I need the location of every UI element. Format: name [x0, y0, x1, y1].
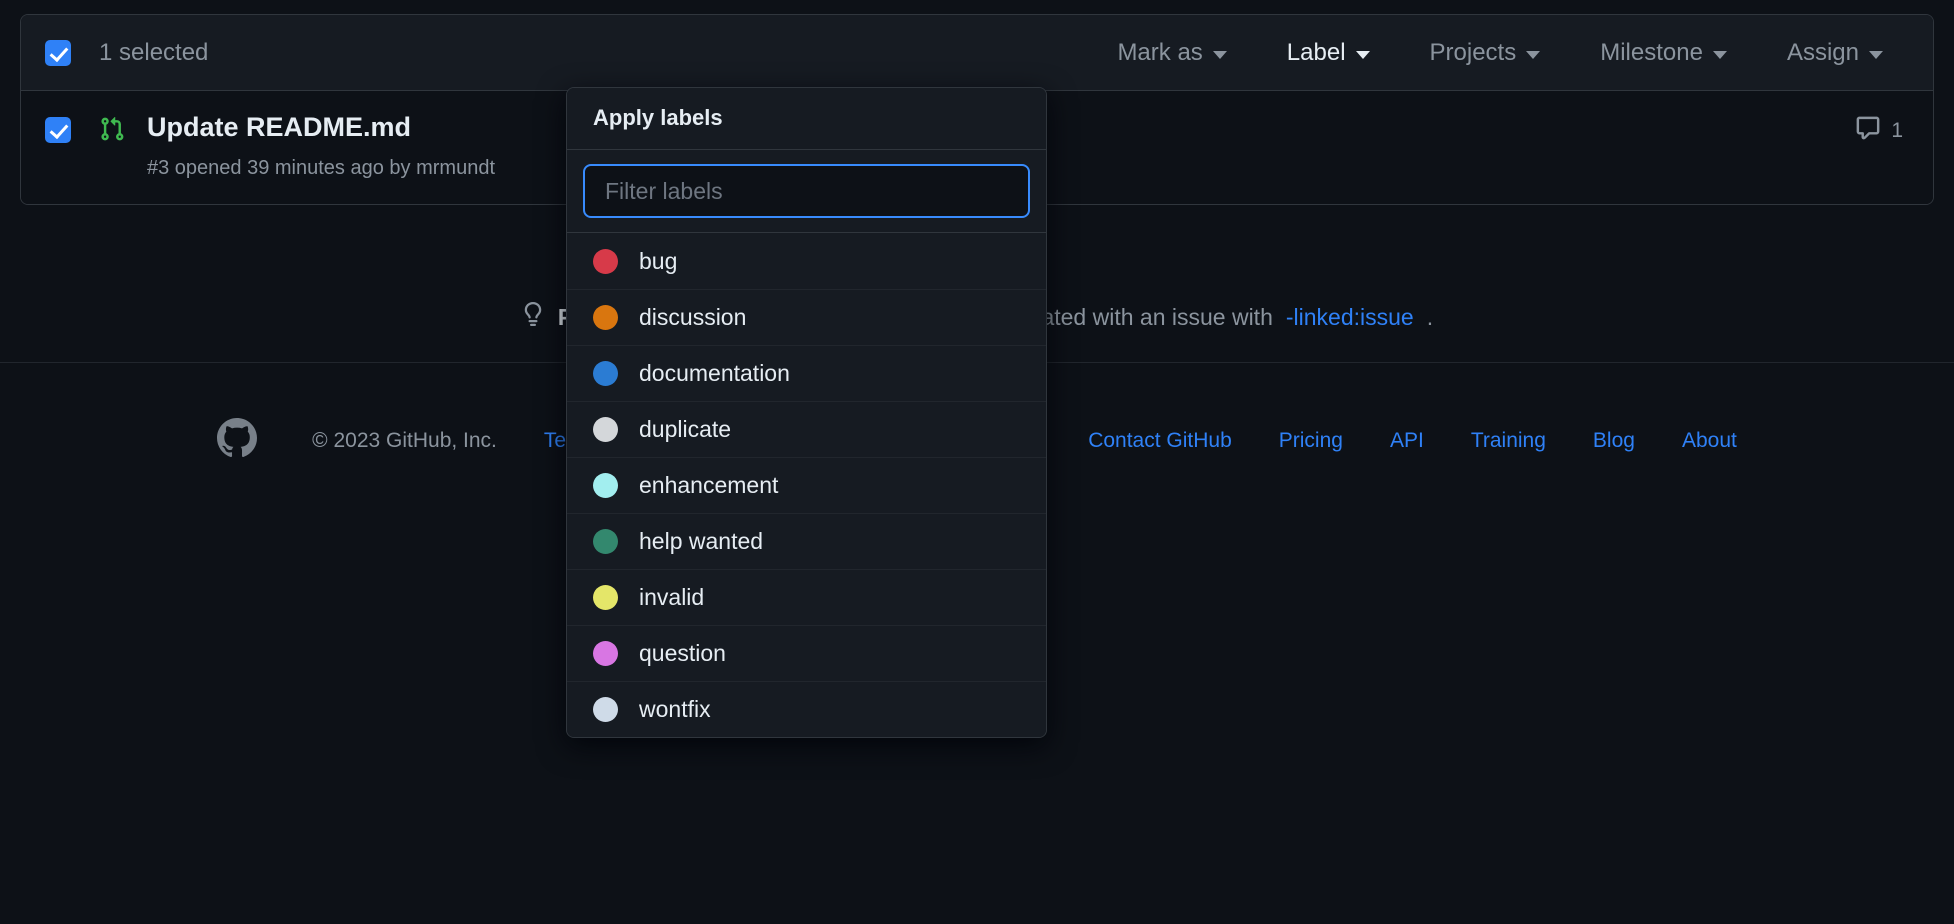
projects-label: Projects — [1429, 38, 1517, 66]
label-option-name: invalid — [639, 584, 705, 610]
label-color-dot — [593, 361, 618, 386]
label-option-discussion[interactable]: discussion — [567, 289, 1046, 345]
apply-labels-title: Apply labels — [567, 88, 1046, 150]
chevron-down-icon — [1526, 50, 1541, 59]
footer-link-pricing[interactable]: Pricing — [1279, 429, 1343, 453]
label-button-label: Label — [1286, 38, 1346, 66]
label-option-invalid[interactable]: invalid — [567, 569, 1046, 625]
apply-labels-dropdown: Apply labels bug discussion documentatio… — [566, 87, 1047, 738]
label-color-dot — [593, 473, 618, 498]
assign-label: Assign — [1786, 38, 1859, 66]
mark-as-button[interactable]: Mark as — [1115, 33, 1228, 73]
label-color-dot — [593, 417, 618, 442]
footer-link-about[interactable]: About — [1682, 429, 1737, 453]
footer-link-training[interactable]: Training — [1471, 429, 1546, 453]
filter-labels-wrapper — [567, 150, 1046, 233]
label-option-wontfix[interactable]: wontfix — [567, 681, 1046, 737]
footer-link-api[interactable]: API — [1390, 429, 1424, 453]
label-option-duplicate[interactable]: duplicate — [567, 401, 1046, 457]
label-option-question[interactable]: question — [567, 625, 1046, 681]
label-color-dot — [593, 697, 618, 722]
label-color-dot — [593, 585, 618, 610]
label-options-list: bug discussion documentation duplicate e… — [567, 233, 1046, 737]
label-option-documentation[interactable]: documentation — [567, 345, 1046, 401]
label-button[interactable]: Label — [1285, 33, 1372, 73]
comment-icon — [1855, 115, 1881, 147]
label-option-name: wontfix — [639, 696, 711, 722]
label-option-name: question — [639, 640, 726, 666]
milestone-button[interactable]: Milestone — [1598, 33, 1729, 73]
filter-labels-input[interactable] — [583, 164, 1030, 218]
mark-as-label: Mark as — [1117, 38, 1203, 66]
page-root: 1 selected Mark as Label Projects Milest… — [0, 0, 1954, 924]
label-color-dot — [593, 305, 618, 330]
chevron-down-icon — [1712, 50, 1727, 59]
footer-copyright: © 2023 GitHub, Inc. — [312, 429, 497, 452]
select-all-checkbox[interactable] — [45, 39, 71, 66]
lightbulb-icon — [521, 300, 545, 334]
git-pull-request-icon — [99, 115, 125, 148]
footer-link-contact[interactable]: Contact GitHub — [1088, 429, 1232, 453]
label-option-name: duplicate — [639, 416, 732, 442]
projects-button[interactable]: Projects — [1428, 33, 1543, 73]
pull-request-checkbox[interactable] — [45, 117, 71, 143]
assign-button[interactable]: Assign — [1785, 33, 1885, 73]
label-option-name: documentation — [639, 360, 790, 386]
footer-link-blog[interactable]: Blog — [1593, 429, 1635, 453]
protip-query-link[interactable]: -linked:issue — [1286, 304, 1414, 331]
chevron-down-icon — [1212, 50, 1227, 59]
label-color-dot — [593, 529, 618, 554]
chevron-down-icon — [1869, 50, 1883, 59]
label-option-name: enhancement — [639, 472, 779, 498]
github-mark-icon — [217, 418, 258, 464]
protip-suffix: . — [1426, 303, 1434, 330]
label-option-bug[interactable]: bug — [567, 233, 1046, 289]
bulk-actions-toolbar: 1 selected Mark as Label Projects Milest… — [21, 15, 1933, 91]
selected-count-label: 1 selected — [99, 38, 209, 66]
chevron-down-icon — [1355, 50, 1370, 59]
label-option-name: bug — [639, 247, 678, 274]
label-option-enhancement[interactable]: enhancement — [567, 457, 1046, 513]
comment-count[interactable]: 1 — [1855, 115, 1909, 147]
label-option-name: help wanted — [639, 528, 764, 554]
label-option-name: discussion — [639, 304, 747, 330]
comment-count-value: 1 — [1891, 119, 1903, 142]
label-color-dot — [593, 641, 618, 666]
label-color-dot — [593, 248, 618, 274]
label-option-help-wanted[interactable]: help wanted — [567, 513, 1046, 569]
toolbar-actions: Mark as Label Projects Milestone Assign — [1115, 33, 1909, 73]
milestone-label: Milestone — [1600, 38, 1703, 66]
